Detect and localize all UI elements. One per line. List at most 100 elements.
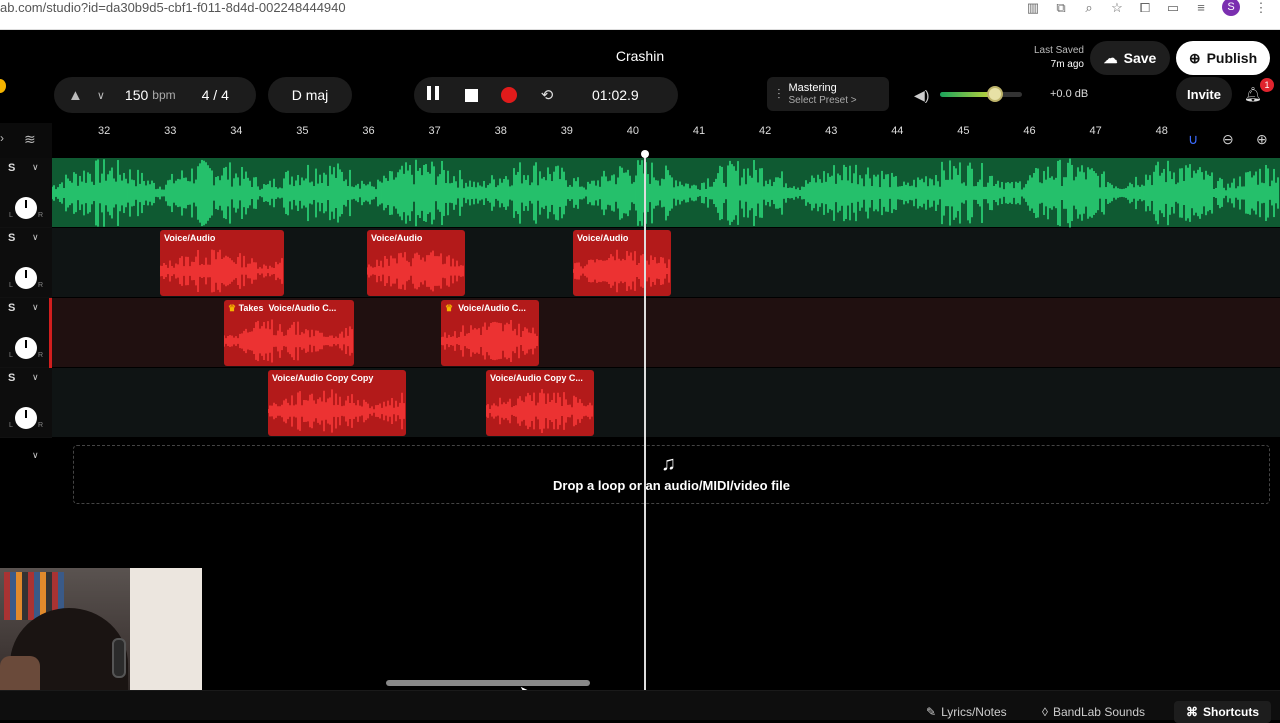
clip-waveform bbox=[573, 249, 670, 293]
collapse-icon[interactable]: › bbox=[0, 131, 4, 145]
audio-clip[interactable]: Voice/Audio bbox=[573, 230, 671, 296]
media-icon[interactable]: ≡ bbox=[1194, 1, 1208, 15]
track-lane[interactable]: Voice/Audio Copy Copy Voice/Audio Copy C… bbox=[52, 368, 1280, 438]
star-icon[interactable]: ☆ bbox=[1110, 1, 1124, 15]
profile-avatar[interactable]: S bbox=[1222, 0, 1240, 16]
bpm-value[interactable]: 150 bbox=[125, 87, 148, 103]
pan-left-label: L bbox=[9, 282, 13, 289]
track-lane[interactable]: Voice/Audio Voice/Audio Voice/Audio bbox=[52, 228, 1280, 298]
save-button[interactable]: ☁ Save bbox=[1090, 41, 1170, 75]
bar-number: 45 bbox=[957, 125, 970, 137]
mastering-preset: Select Preset > bbox=[788, 95, 857, 106]
pan-right-label: R bbox=[38, 282, 44, 289]
solo-button[interactable]: S bbox=[8, 372, 15, 384]
solo-button[interactable]: S bbox=[8, 232, 15, 244]
chevron-down-icon[interactable]: ∨ bbox=[32, 302, 44, 314]
pan-left-label: L bbox=[9, 212, 13, 219]
solo-button[interactable]: S bbox=[8, 302, 15, 314]
bar-number: 38 bbox=[494, 125, 507, 137]
lyrics-notes-button[interactable]: ✎ Lyrics/Notes bbox=[926, 705, 1007, 719]
studio-header: Crashin ▲ ∨ 150 bpm 4 / 4 D maj ⟲ 01:02.… bbox=[0, 30, 1280, 123]
address-bar[interactable]: ab.com/studio?id=da30b9d5-cbf1-f011-8d4d… bbox=[0, 0, 346, 16]
publish-button[interactable]: ⊕ Publish bbox=[1176, 41, 1270, 75]
audio-clip[interactable]: Voice/Audio Copy C... bbox=[486, 370, 594, 436]
track-settings-icon[interactable]: ≋ bbox=[24, 131, 36, 148]
track-lane[interactable] bbox=[51, 158, 1280, 228]
clip-waveform bbox=[268, 389, 405, 433]
reading-mode-icon[interactable]: ▥ bbox=[1026, 1, 1040, 15]
chevron-down-icon[interactable]: ∨ bbox=[32, 232, 44, 244]
time-signature[interactable]: 4 / 4 bbox=[202, 87, 229, 103]
tempo-controls: ▲ ∨ 150 bpm 4 / 4 bbox=[54, 77, 256, 113]
metronome-icon[interactable]: ▲ bbox=[68, 87, 83, 104]
track-controls: S ∨ L R bbox=[0, 368, 52, 438]
chevron-down-icon[interactable]: ∨ bbox=[97, 89, 105, 102]
more-menu-icon[interactable]: ⋮ bbox=[1254, 1, 1268, 15]
clip-label: Voice/Audio bbox=[577, 233, 629, 243]
cast-icon[interactable]: ▭ bbox=[1166, 1, 1180, 15]
audio-clip[interactable]: Voice/Audio bbox=[367, 230, 465, 296]
zoom-icon[interactable]: ⌕ bbox=[1082, 1, 1096, 15]
horizontal-scrollbar[interactable] bbox=[386, 680, 590, 686]
pan-knob[interactable] bbox=[15, 197, 37, 219]
logo-icon[interactable] bbox=[0, 79, 6, 93]
loop-icon: ⟲ bbox=[540, 87, 554, 104]
playhead-handle[interactable] bbox=[641, 150, 649, 158]
pan-knob[interactable] bbox=[15, 337, 37, 359]
pan-knob[interactable] bbox=[15, 267, 37, 289]
zoom-in-icon[interactable]: ⊕ bbox=[1256, 131, 1268, 148]
browser-actions: ▥ ⧉ ⌕ ☆ ⧠ ▭ ≡ S ⋮ bbox=[1026, 0, 1268, 16]
pause-button[interactable] bbox=[414, 77, 452, 113]
bar-number: 43 bbox=[825, 125, 838, 137]
audio-clip[interactable]: ♛ Takes Voice/Audio C... bbox=[224, 300, 354, 366]
chevron-down-icon[interactable]: ∨ bbox=[32, 162, 44, 174]
stop-button[interactable] bbox=[452, 77, 490, 113]
chevron-down-icon[interactable]: ∨ bbox=[32, 372, 44, 384]
speaker-icon[interactable]: ◀) bbox=[914, 87, 929, 104]
volume-knob[interactable] bbox=[986, 86, 1003, 102]
bar-number: 48 bbox=[1155, 125, 1168, 137]
pan-knob[interactable] bbox=[15, 407, 37, 429]
zoom-out-icon[interactable]: ⊖ bbox=[1222, 131, 1234, 148]
extensions-icon[interactable]: ⧠ bbox=[1138, 1, 1152, 15]
bar-number: 35 bbox=[296, 125, 309, 137]
audio-clip[interactable]: Voice/Audio Copy Copy bbox=[268, 370, 406, 436]
last-saved: Last Saved 7m ago bbox=[1022, 44, 1084, 72]
bar-number: 34 bbox=[230, 125, 243, 137]
install-app-icon[interactable]: ⧉ bbox=[1054, 1, 1068, 15]
clip-label: Voice/Audio Copy C... bbox=[490, 373, 583, 383]
headphones-icon bbox=[112, 638, 126, 678]
drop-zone-text: Drop a loop or an audio/MIDI/video file bbox=[553, 478, 790, 493]
volume-db: +0.0 dB bbox=[1050, 88, 1089, 100]
track-row: S ∨ L R ♛ Takes Voice/Audio C... ♛ Voice… bbox=[0, 298, 1280, 368]
bar-number: 39 bbox=[560, 125, 573, 137]
key-selector[interactable]: D maj bbox=[268, 77, 352, 113]
add-track-row: ∨ bbox=[0, 440, 52, 474]
bell-icon[interactable]: 🔔︎ bbox=[1244, 86, 1262, 103]
invite-button[interactable]: Invite bbox=[1176, 77, 1232, 111]
audio-clip[interactable]: Voice/Audio bbox=[160, 230, 284, 296]
ruler-controls: › ≋ bbox=[0, 123, 52, 158]
playhead[interactable] bbox=[644, 151, 646, 691]
clip-waveform bbox=[224, 319, 353, 363]
publish-label: Publish bbox=[1206, 50, 1258, 66]
mastering-button[interactable]: ⫶ Mastering Select Preset > bbox=[767, 77, 889, 111]
timeline-ruler[interactable]: › ≋ 32 33 34 35 36 37 38 39 40 41 42 43 44 45 46 47 48 ∪… bbox=[0, 123, 1280, 158]
bar-number: 36 bbox=[362, 125, 375, 137]
loop-button[interactable]: ⟲ bbox=[528, 77, 566, 113]
audio-clip[interactable]: ♛ Voice/Audio C... bbox=[441, 300, 539, 366]
pan-right-label: R bbox=[38, 212, 44, 219]
bandlab-sounds-button[interactable]: ◊ BandLab Sounds bbox=[1042, 705, 1145, 719]
bar-number: 41 bbox=[692, 125, 706, 137]
project-title[interactable]: Crashin bbox=[0, 48, 1280, 64]
magnet-icon[interactable]: ∪ bbox=[1188, 131, 1198, 148]
ruler-tools: ∪ ⊖ ⊕ bbox=[1180, 123, 1280, 158]
record-button[interactable] bbox=[490, 77, 528, 113]
record-icon bbox=[501, 87, 517, 103]
mastering-title: Mastering bbox=[788, 82, 837, 94]
volume-slider[interactable] bbox=[940, 86, 1022, 102]
solo-button[interactable]: S bbox=[8, 162, 15, 174]
track-lane[interactable]: ♛ Takes Voice/Audio C... ♛ Voice/Audio C… bbox=[52, 298, 1280, 368]
track-controls: S ∨ L R bbox=[0, 158, 52, 228]
chevron-down-icon[interactable]: ∨ bbox=[32, 450, 39, 461]
